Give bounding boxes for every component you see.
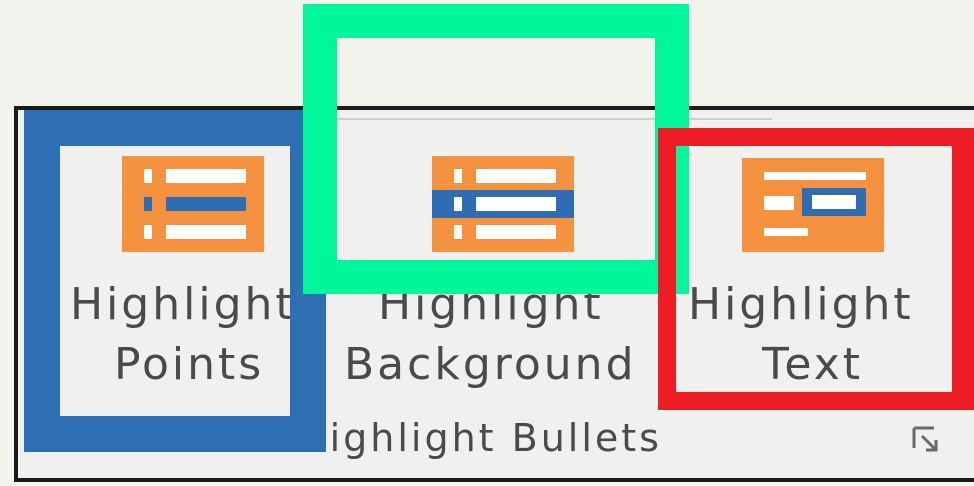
highlight-points-button[interactable]: Highlight Points xyxy=(60,140,310,420)
highlight-text-icon xyxy=(742,158,884,252)
highlight-points-label-line1: Highlight xyxy=(70,279,296,330)
highlight-text-label-line1: Highlight xyxy=(688,279,914,330)
highlight-text-button[interactable]: Highlight Text xyxy=(680,140,942,396)
highlight-background-label-line1: Highlight xyxy=(378,279,604,330)
ribbon-divider xyxy=(306,112,772,120)
highlight-background-icon xyxy=(432,156,574,252)
ribbon-group-label: Highlight Bullets xyxy=(298,416,662,460)
highlight-background-label-line2: Background xyxy=(344,339,637,390)
highlight-points-label-line2: Points xyxy=(114,339,265,390)
dialog-launcher-icon[interactable] xyxy=(912,426,942,454)
highlight-text-label-line2: Text xyxy=(762,339,863,390)
highlight-background-button[interactable]: Highlight Background xyxy=(340,140,660,420)
highlight-points-icon xyxy=(122,156,264,252)
